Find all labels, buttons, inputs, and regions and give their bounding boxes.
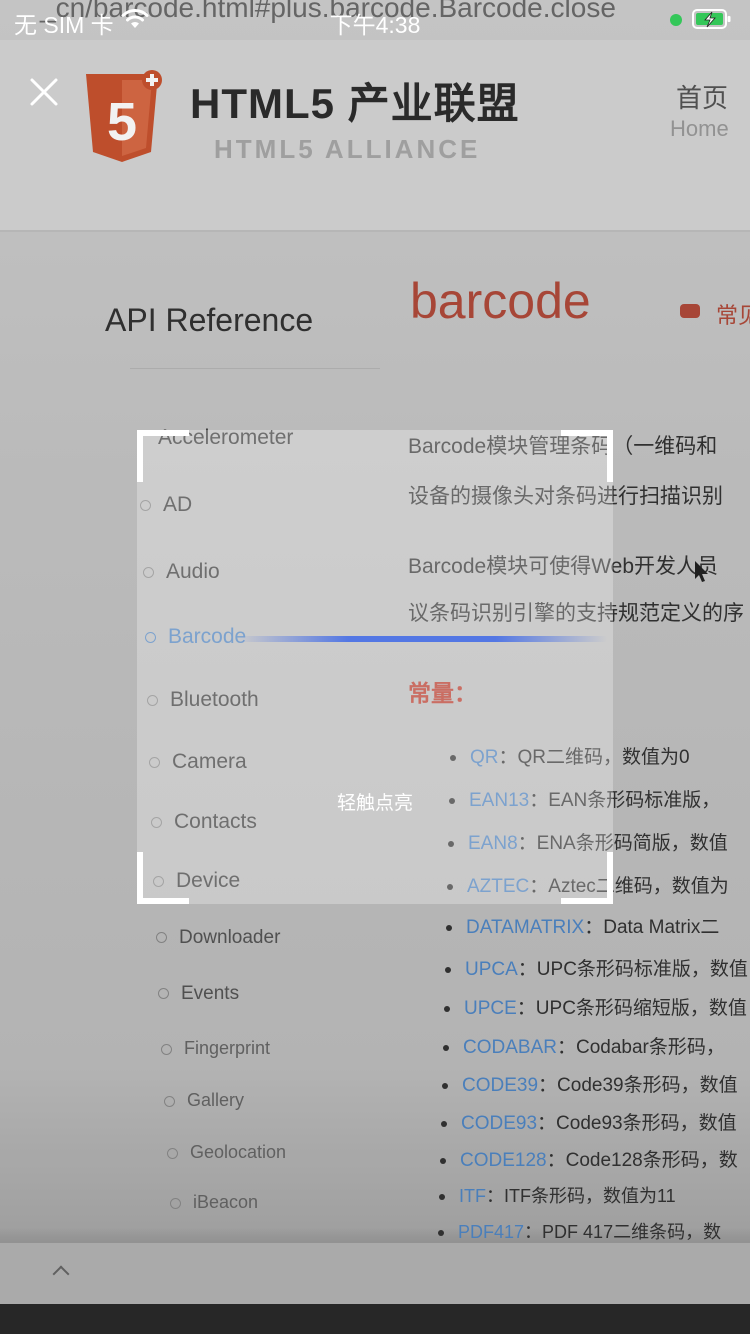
scan-frame-corner bbox=[561, 852, 613, 904]
scan-frame-corner bbox=[561, 430, 613, 482]
torch-hint[interactable]: 轻触点亮 bbox=[137, 788, 613, 815]
scan-frame-corner bbox=[137, 852, 189, 904]
location-indicator-dot bbox=[670, 14, 682, 26]
scan-frame-corner bbox=[137, 430, 189, 482]
scan-frame[interactable]: 轻触点亮 bbox=[137, 430, 613, 904]
status-bar: 无 SIM 卡 下午4:38 bbox=[0, 0, 750, 40]
close-icon[interactable] bbox=[24, 72, 64, 112]
clock-time: 下午4:38 bbox=[329, 12, 421, 38]
battery-charging-icon bbox=[692, 9, 731, 29]
scan-line bbox=[237, 636, 607, 642]
